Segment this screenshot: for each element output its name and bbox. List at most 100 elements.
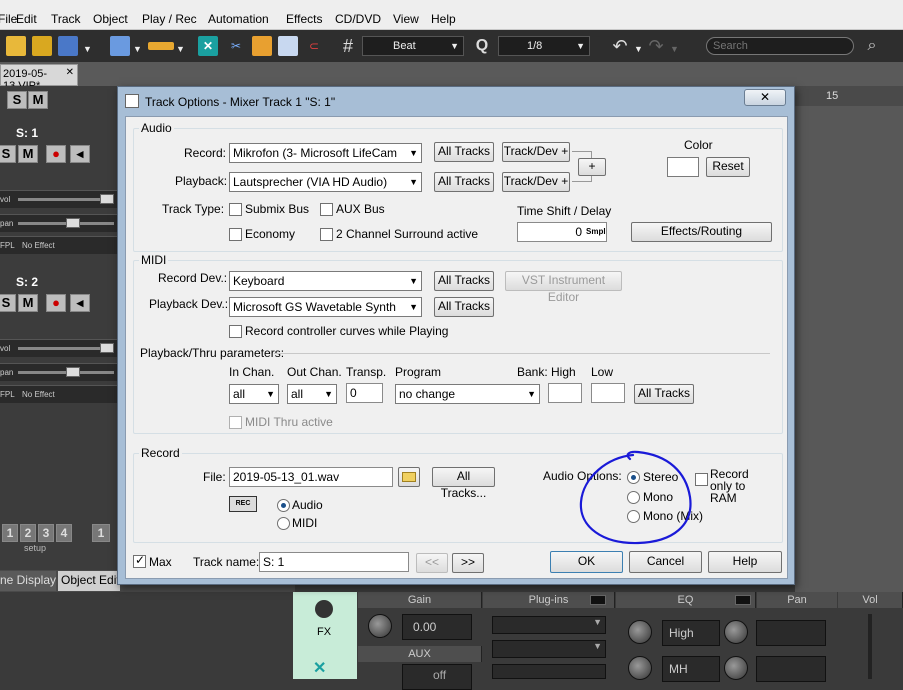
aux-bus-checkbox[interactable] — [320, 203, 333, 216]
project-tab[interactable]: 2019-05-13.VIP*✕ — [0, 64, 78, 92]
magnet-icon[interactable]: ⊂ — [304, 36, 324, 56]
track-label[interactable]: S: 2 — [16, 275, 38, 289]
track-name-input[interactable]: S: 1 — [259, 552, 409, 572]
volume-fader[interactable] — [868, 614, 872, 679]
speaker-icon[interactable]: ◂ — [70, 145, 90, 163]
record-all-tracks-dots-button[interactable]: All Tracks... — [432, 467, 495, 500]
next-track-button[interactable]: >> — [452, 553, 484, 573]
link-plus-button[interactable]: + — [578, 158, 606, 176]
mute-button[interactable]: M — [18, 294, 38, 312]
thru-all-tracks-button[interactable]: All Tracks — [634, 384, 694, 404]
object-icon[interactable] — [148, 42, 174, 50]
open-folder-icon[interactable] — [6, 36, 26, 56]
plugin-slot-1[interactable]: ▼ — [492, 616, 606, 634]
fx-knob-icon[interactable] — [315, 600, 333, 618]
bank-low-input[interactable] — [591, 383, 625, 403]
quantize-select[interactable]: 1/8 ▼ — [498, 36, 590, 56]
pan-value[interactable] — [756, 620, 826, 646]
plugins-toggle[interactable] — [590, 595, 606, 605]
menu-edit[interactable]: Edit — [16, 12, 37, 26]
mouse-mode-icon[interactable]: ✕ — [198, 36, 218, 56]
eq-mid-knob[interactable] — [628, 656, 652, 680]
browse-folder-button[interactable] — [398, 467, 420, 487]
midi-playback-device-select[interactable]: Microsoft GS Wavetable Synth ▼ — [229, 297, 422, 317]
tab-object-editor[interactable]: Object Editor — [58, 571, 120, 591]
color-swatch[interactable] — [667, 157, 699, 177]
setup-button-2[interactable]: 2 — [20, 524, 36, 542]
fx-panel[interactable]: FX ✕ — [293, 592, 357, 679]
program-select[interactable]: no change ▼ — [395, 384, 540, 404]
track-label[interactable]: S: 1 — [16, 126, 38, 140]
timeline-ruler[interactable]: 15 — [795, 86, 903, 106]
bank-high-input[interactable] — [548, 383, 582, 403]
setup-button-extra[interactable]: 1 — [92, 524, 110, 542]
out-chan-select[interactable]: all ▼ — [287, 384, 337, 404]
playback-device-select[interactable]: Lautsprecher (VIA HD Audio) ▼ — [229, 172, 422, 192]
chevron-down-icon[interactable]: ▼ — [133, 44, 142, 54]
submix-bus-checkbox[interactable] — [229, 203, 242, 216]
setup-button-1[interactable]: 1 — [2, 524, 18, 542]
effect-row[interactable]: FPL No Effect — [0, 236, 118, 254]
pan-knob[interactable] — [724, 620, 748, 644]
previous-track-button[interactable]: << — [416, 553, 448, 573]
volume-handle[interactable] — [100, 194, 114, 204]
color-reset-button[interactable]: Reset — [706, 157, 750, 177]
chevron-down-icon[interactable]: ▼ — [670, 44, 679, 54]
eq-toggle[interactable] — [735, 595, 751, 605]
record-arm-icon[interactable]: ● — [46, 294, 66, 312]
plugin-slot-3[interactable] — [492, 664, 606, 679]
record-track-dev-button[interactable]: Track/Dev + — [502, 142, 570, 162]
playback-all-tracks-button[interactable]: All Tracks — [434, 172, 494, 192]
setup-button-4[interactable]: 4 — [56, 524, 72, 542]
arrange-icon[interactable] — [110, 36, 130, 56]
close-icon[interactable]: ✕ — [66, 67, 74, 78]
close-button[interactable]: ✕ — [744, 89, 786, 106]
menu-object[interactable]: Object — [93, 12, 128, 26]
effect-row[interactable]: FPL No Effect — [0, 385, 118, 403]
solo-all-button[interactable]: S — [7, 91, 27, 109]
record-audio-radio[interactable] — [277, 499, 290, 512]
record-all-tracks-button[interactable]: All Tracks — [434, 142, 494, 162]
align-icon[interactable] — [252, 36, 272, 56]
vst-instrument-editor-button[interactable]: VST Instrument Editor — [505, 271, 622, 304]
save-icon[interactable] — [58, 36, 78, 56]
chevron-down-icon[interactable]: ▼ — [83, 44, 92, 54]
effects-routing-button[interactable]: Effects/Routing — [631, 222, 772, 242]
list-icon[interactable] — [278, 36, 298, 56]
redo-icon[interactable]: ↷ — [646, 36, 666, 56]
help-button[interactable]: Help — [708, 551, 782, 573]
eq-high-knob[interactable] — [628, 620, 652, 644]
midi-playback-all-tracks-button[interactable]: All Tracks — [434, 297, 494, 317]
in-chan-select[interactable]: all ▼ — [229, 384, 279, 404]
playback-track-dev-button[interactable]: Track/Dev + — [502, 172, 570, 192]
pan-value-2[interactable] — [756, 656, 826, 682]
gain-knob[interactable] — [368, 614, 392, 638]
file-input[interactable]: 2019-05-13_01.wav — [229, 467, 393, 487]
plugin-slot-2[interactable]: ▼ — [492, 640, 606, 658]
import-icon[interactable] — [32, 36, 52, 56]
search-icon[interactable]: ⌕ — [862, 36, 882, 56]
chevron-down-icon[interactable]: ▼ — [634, 44, 643, 54]
record-curves-checkbox[interactable] — [229, 325, 242, 338]
snap-mode-select[interactable]: Beat ▼ — [362, 36, 464, 56]
undo-icon[interactable]: ↶ — [610, 36, 630, 56]
cancel-button[interactable]: Cancel — [629, 551, 702, 573]
menu-file[interactable]: File — [0, 12, 17, 26]
arrangement-area[interactable] — [795, 86, 903, 596]
menu-automation[interactable]: Automation — [208, 12, 269, 26]
aux-value[interactable]: off — [402, 664, 472, 690]
split-icon[interactable]: ✂ — [226, 36, 246, 56]
economy-checkbox[interactable] — [229, 228, 242, 241]
midi-record-all-tracks-button[interactable]: All Tracks — [434, 271, 494, 291]
solo-button[interactable]: S — [0, 145, 16, 163]
menu-view[interactable]: View — [393, 12, 419, 26]
menu-play-rec[interactable]: Play / Rec — [142, 12, 197, 26]
record-device-select[interactable]: Mikrofon (3- Microsoft LifeCam ▼ — [229, 143, 422, 163]
midi-record-device-select[interactable]: Keyboard ▼ — [229, 271, 422, 291]
menu-track[interactable]: Track — [51, 12, 81, 26]
max-checkbox[interactable] — [133, 553, 146, 568]
search-input[interactable] — [706, 37, 854, 55]
transp-input[interactable]: 0 — [346, 383, 383, 403]
record-arm-icon[interactable]: ● — [46, 145, 66, 163]
surround-checkbox[interactable] — [320, 228, 333, 241]
